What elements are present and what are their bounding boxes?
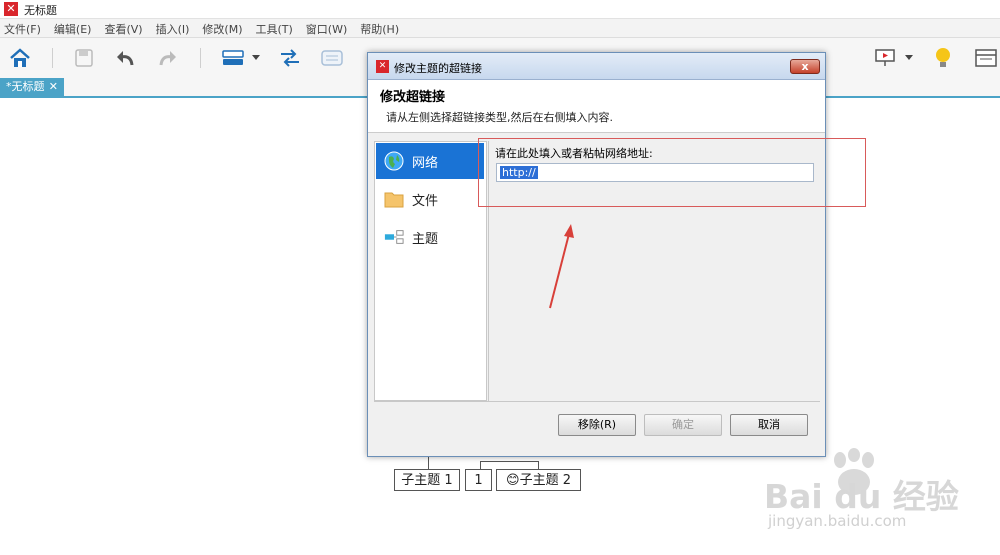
- panel-toggle-icon[interactable]: [974, 46, 998, 70]
- dialog-description: 请从左侧选择超链接类型,然后在右侧填入内容.: [386, 111, 613, 124]
- connector-line: [480, 461, 539, 462]
- tab-label: *无标题: [6, 80, 45, 93]
- app-logo-icon: ✕: [4, 2, 18, 16]
- topic-link-icon: [384, 227, 404, 247]
- dialog-heading: 修改超链接: [380, 90, 446, 105]
- node-label: 子主题 2: [519, 473, 571, 488]
- link-type-label: 文件: [412, 193, 439, 209]
- menu-insert[interactable]: 插入(I): [156, 19, 190, 37]
- boundary-icon[interactable]: [320, 46, 344, 70]
- title-bar: ✕ 无标题: [0, 0, 1000, 19]
- connector-line: [428, 457, 429, 469]
- ok-button[interactable]: 确定: [644, 414, 722, 436]
- redo-icon[interactable]: [156, 46, 180, 70]
- subtopic-node-label[interactable]: 1: [465, 469, 492, 491]
- smiley-icon: 😊: [506, 473, 520, 488]
- topic-icon[interactable]: [221, 46, 245, 70]
- menu-file[interactable]: 文件(F): [4, 19, 41, 37]
- dialog-divider: [374, 401, 820, 402]
- menu-bar: 文件(F) 编辑(E) 查看(V) 插入(I) 修改(M) 工具(T) 窗口(W…: [0, 19, 1000, 38]
- connector-line: [480, 461, 481, 469]
- menu-window[interactable]: 窗口(W): [306, 19, 347, 37]
- idea-bulb-icon[interactable]: [931, 46, 955, 70]
- watermark-url: jingyan.baidu.com: [768, 512, 907, 530]
- link-type-topic[interactable]: 主题: [376, 219, 484, 255]
- globe-icon: [384, 151, 404, 171]
- toolbar-separator: [200, 48, 201, 68]
- folder-icon: [384, 189, 404, 209]
- link-type-label: 网络: [412, 155, 439, 171]
- dialog-title-bar[interactable]: ✕ 修改主题的超链接 x: [368, 53, 825, 80]
- menu-view[interactable]: 查看(V): [104, 19, 142, 37]
- relationship-icon[interactable]: [278, 46, 302, 70]
- link-type-label: 主题: [412, 231, 439, 247]
- dropdown-arrow-icon[interactable]: [903, 46, 915, 70]
- hyperlink-dialog: ✕ 修改主题的超链接 x 修改超链接 请从左侧选择超链接类型,然后在右侧填入内容…: [367, 52, 826, 457]
- watermark-brand: Bai du 经验: [764, 477, 959, 516]
- tab-document[interactable]: *无标题 ✕: [0, 78, 64, 96]
- annotation-highlight-box: [478, 138, 866, 207]
- undo-icon[interactable]: [113, 46, 137, 70]
- link-type-list: 网络 文件 主题: [374, 141, 487, 401]
- menu-edit[interactable]: 编辑(E): [54, 19, 92, 37]
- remove-button[interactable]: 移除(R): [558, 414, 636, 436]
- menu-modify[interactable]: 修改(M): [202, 19, 242, 37]
- save-icon[interactable]: [72, 46, 96, 70]
- subtopic-node-1[interactable]: 子主题 1: [394, 469, 460, 491]
- menu-help[interactable]: 帮助(H): [360, 19, 399, 37]
- home-icon[interactable]: [8, 46, 32, 70]
- toolbar-separator: [52, 48, 53, 68]
- dialog-header: 修改超链接 请从左侧选择超链接类型,然后在右侧填入内容.: [368, 80, 825, 133]
- dialog-title: 修改主题的超链接: [394, 62, 482, 75]
- link-type-web[interactable]: 网络: [376, 143, 484, 179]
- app-logo-icon: ✕: [376, 60, 389, 73]
- cancel-button[interactable]: 取消: [730, 414, 808, 436]
- link-type-file[interactable]: 文件: [376, 181, 484, 217]
- close-icon[interactable]: ✕: [49, 78, 58, 96]
- menu-tools[interactable]: 工具(T): [255, 19, 292, 37]
- annotation-arrow-icon: [540, 222, 580, 315]
- connector-line: [538, 461, 539, 469]
- dropdown-arrow-icon[interactable]: [250, 46, 262, 70]
- subtopic-node-2[interactable]: 😊子主题 2: [496, 469, 581, 491]
- presentation-icon[interactable]: [873, 46, 897, 70]
- window-title: 无标题: [24, 4, 57, 17]
- close-button[interactable]: x: [790, 59, 820, 74]
